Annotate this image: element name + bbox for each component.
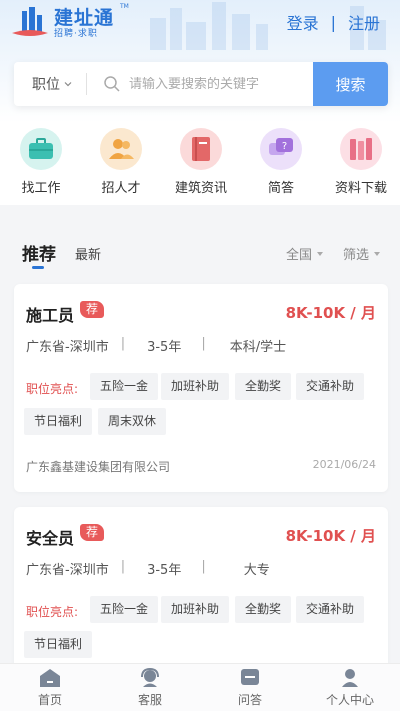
logo-subtitle: 招聘·求职 [54,29,98,39]
post-date: 2021/06/24 [312,458,376,471]
job-tag: 交通补助 [296,373,365,400]
logo-title: 建址通 [54,7,115,29]
books-icon [340,128,382,170]
job-tag: 五险一金 [90,373,159,400]
job-tag: 全勤奖 [235,596,292,623]
category-label: 建筑资讯 [174,181,227,196]
bottom-tab-bar: 首页 客服 问答 个人中心 [0,663,400,711]
caret-down-icon [317,251,324,256]
tab-recommend[interactable]: 推荐 [22,240,56,265]
search-divider [86,73,87,95]
list-tabs: 推荐 最新 全国 筛选 [0,220,400,272]
tab-label: 问答 [237,693,262,707]
tab-customer-service[interactable]: 客服 [100,668,200,708]
search-icon [104,76,120,92]
filter-label: 筛选 [343,248,370,263]
category-label: 招人才 [101,181,141,196]
profile-icon [342,669,358,687]
job-tag: 节日福利 [24,408,93,435]
job-tag: 加班补助 [161,373,230,400]
auth-separator: | [330,12,336,32]
tab-label: 首页 [37,693,62,707]
job-education: 本科/学士 [229,340,287,355]
highlight-label: 职位亮点: [26,605,79,619]
job-location: 广东省-深圳市 [26,340,109,355]
category-find-job[interactable]: 找工作 [1,128,81,196]
home-icon [40,669,60,687]
position-select[interactable]: 职位 [14,74,86,94]
job-experience: 3-5年 [147,563,182,578]
job-tag: 加班补助 [161,596,230,623]
chat-icon: ? [260,128,302,170]
active-tab-indicator [32,266,44,269]
job-tag: 全勤奖 [235,373,292,400]
chevron-down-icon [64,82,72,87]
meta-separator: | [120,559,126,574]
book-icon [180,128,222,170]
job-location: 广东省-深圳市 [26,563,109,578]
job-title: 施工员 [26,306,75,325]
region-filter[interactable]: 全国 [286,244,324,263]
category-label: 找工作 [21,181,61,196]
tab-home[interactable]: 首页 [0,668,100,708]
tab-qa[interactable]: 问答 [200,668,300,708]
job-meta: 广东省-深圳市 | 3-5年 | 本科/学士 [26,336,286,355]
filter-dropdown[interactable]: 筛选 [343,244,381,263]
job-experience: 3-5年 [147,340,182,355]
region-filter-label: 全国 [286,248,313,263]
category-recruit[interactable]: 招人才 [81,128,161,196]
job-tag: 交通补助 [296,596,365,623]
people-icon [100,128,142,170]
customer-service-icon [141,668,159,687]
trademark-mark: TM [120,3,129,10]
job-education: 大专 [243,563,270,578]
recommended-badge: 荐 [80,301,105,318]
tab-latest[interactable]: 最新 [75,244,101,263]
category-label: 简答 [267,181,294,196]
svg-text:?: ? [282,141,287,152]
category-news[interactable]: 建筑资讯 [161,128,241,196]
job-tag: 节日福利 [24,631,93,658]
tab-label: 个人中心 [325,693,374,707]
search-button[interactable]: 搜索 [313,62,388,106]
qa-icon [241,669,259,685]
logo-building-icon [12,7,48,36]
job-title: 安全员 [26,529,75,548]
app-logo[interactable]: 建址通 招聘·求职 [10,4,114,44]
category-downloads[interactable]: 资料下载 [321,128,400,196]
register-link[interactable]: 注册 [348,10,380,34]
job-tag: 周末双休 [98,408,167,435]
job-tag: 五险一金 [90,596,159,623]
job-salary: 8K-10K / 月 [285,527,376,545]
briefcase-icon [20,128,62,170]
highlight-label: 职位亮点: [26,382,79,396]
job-card[interactable]: 安全员 荐 8K-10K / 月 广东省-深圳市 | 3-5年 | 大专 职位亮… [14,507,388,677]
meta-separator: | [201,559,206,574]
meta-separator: | [201,336,206,351]
search-input[interactable] [129,76,299,92]
login-link[interactable]: 登录 [287,10,319,34]
category-grid: 找工作 招人才 建筑资讯 ? 简答 资料下载 [0,128,400,198]
position-select-label: 职位 [32,77,60,93]
category-qa[interactable]: ? 简答 [241,128,321,196]
company-name: 广东鑫基建设集团有限公司 [26,460,171,474]
tab-profile[interactable]: 个人中心 [300,668,400,708]
auth-links: 登录 | 注册 [287,10,380,34]
tab-label: 客服 [137,693,162,707]
job-card[interactable]: 施工员 荐 8K-10K / 月 广东省-深圳市 | 3-5年 | 本科/学士 … [14,284,388,492]
meta-separator: | [120,336,126,351]
category-label: 资料下载 [334,181,387,196]
search-bar: 职位 搜索 [14,62,388,106]
caret-down-icon [374,251,381,256]
job-meta: 广东省-深圳市 | 3-5年 | 大专 [26,559,270,578]
recommended-badge: 荐 [80,524,105,541]
job-salary: 8K-10K / 月 [285,304,376,322]
